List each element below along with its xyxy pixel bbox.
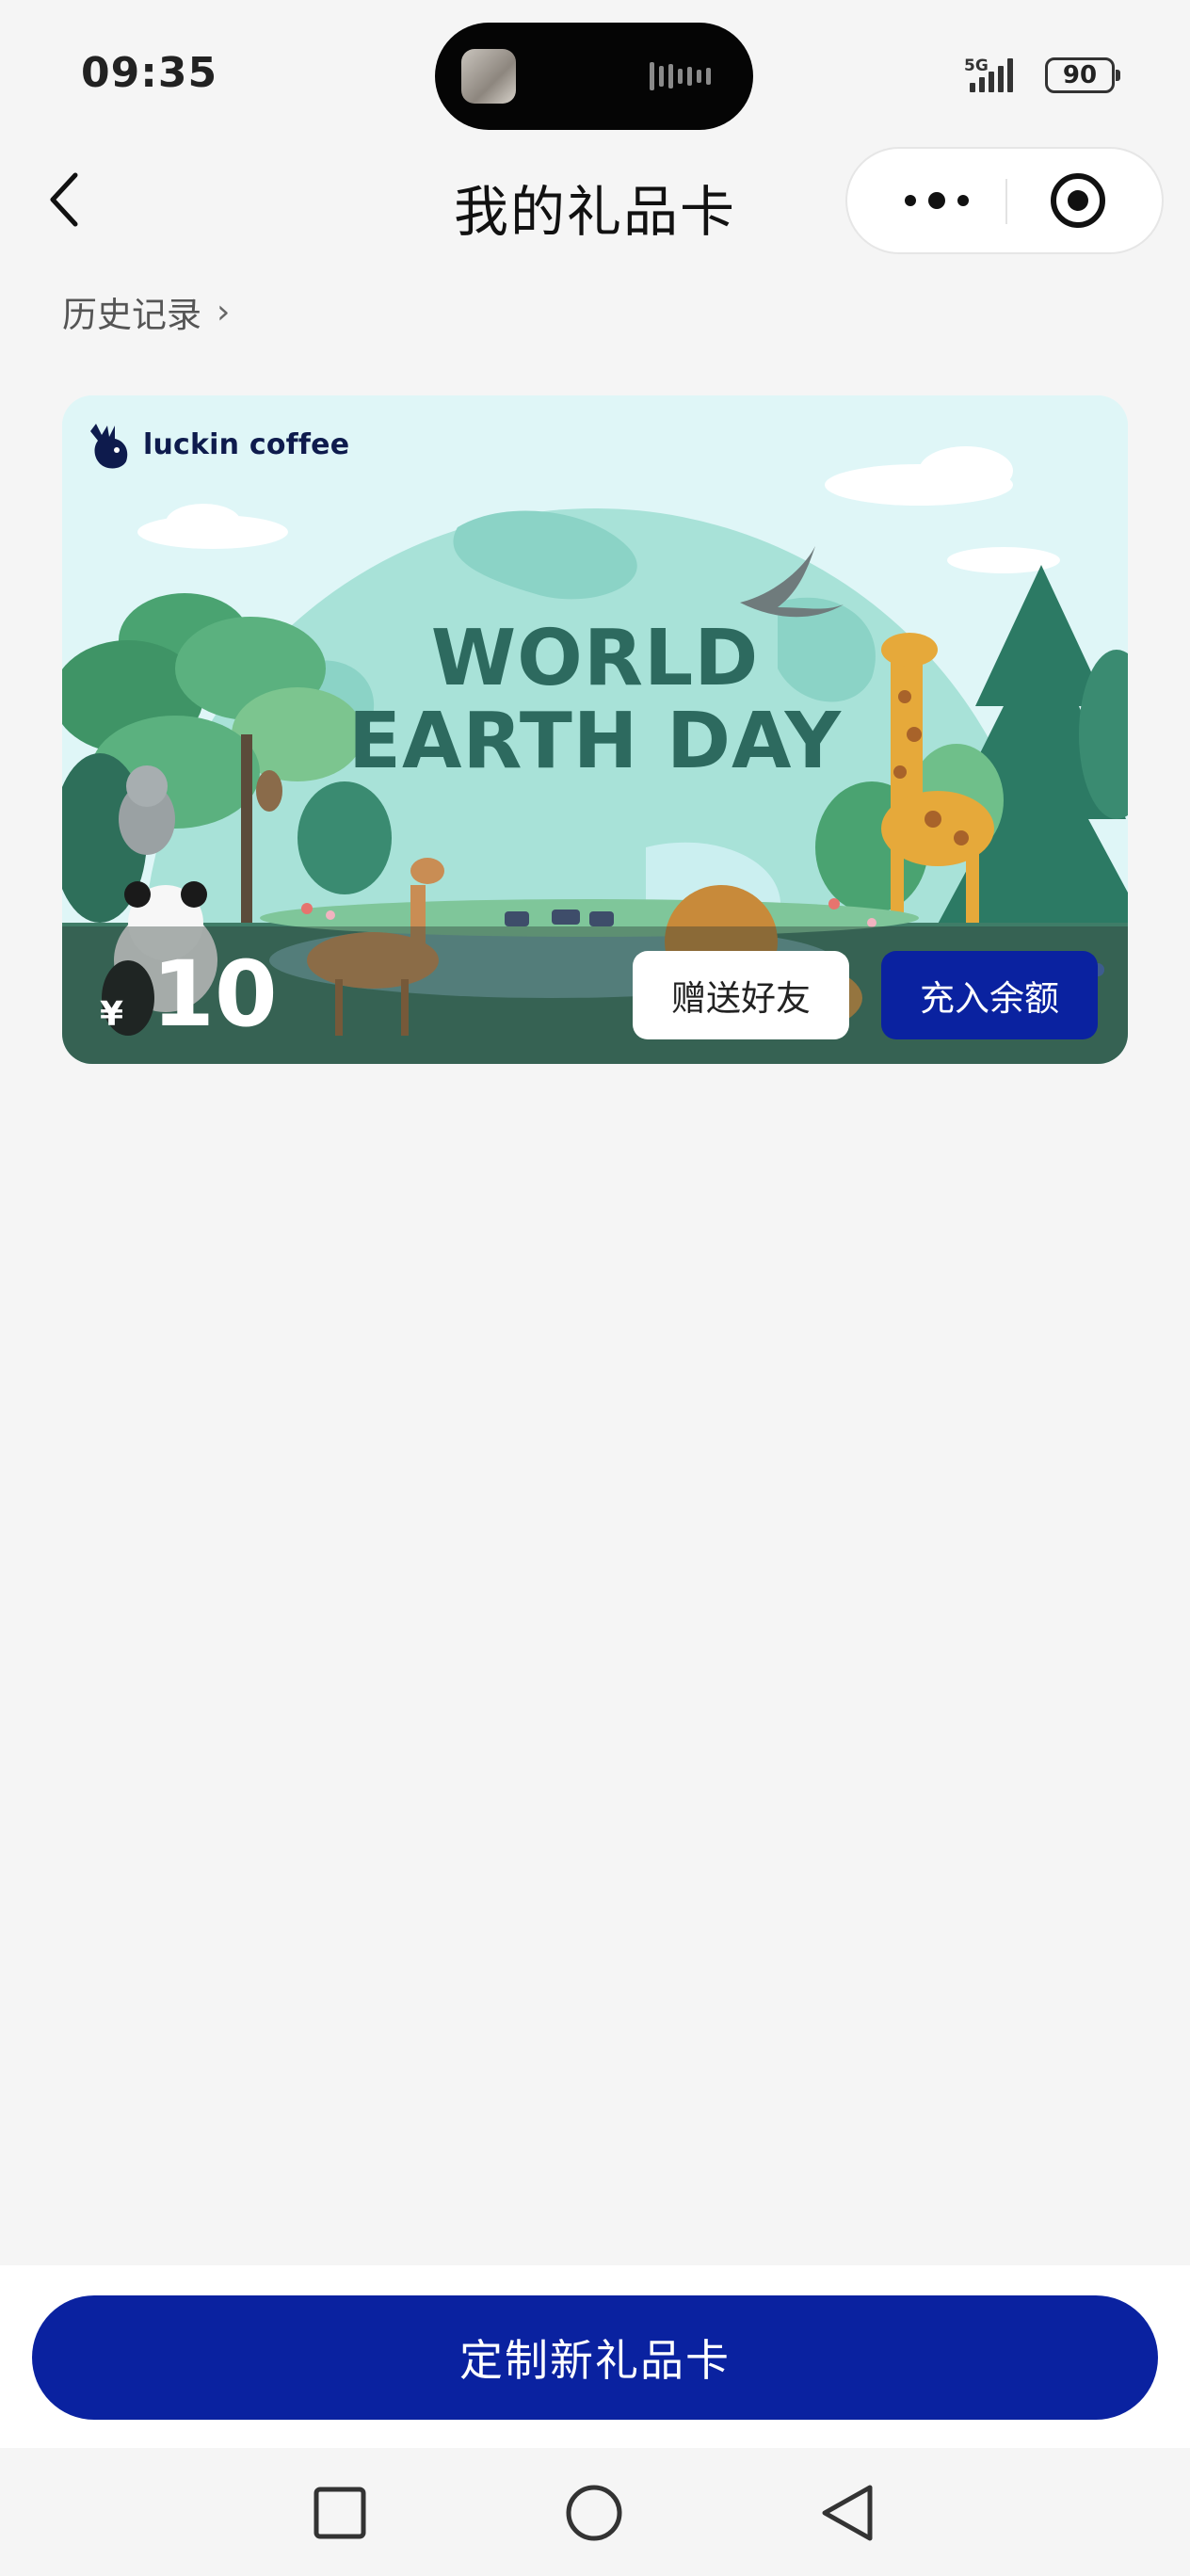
brand-logo: luckin coffee xyxy=(87,418,349,471)
card-amount: ¥ 10 xyxy=(100,949,278,1039)
target-circle-icon[interactable] xyxy=(1047,169,1109,232)
chevron-right-icon: › xyxy=(217,292,231,331)
more-dots-icon xyxy=(905,192,969,209)
gift-to-friend-button[interactable]: 赠送好友 xyxy=(633,951,849,1039)
system-navigation-bar xyxy=(0,2448,1190,2576)
customize-gift-card-button[interactable]: 定制新礼品卡 xyxy=(32,2295,1158,2420)
square-icon[interactable] xyxy=(307,2480,373,2546)
miniprogram-capsule xyxy=(845,147,1164,254)
triangle-back-icon[interactable] xyxy=(815,2480,881,2546)
capsule-divider xyxy=(1005,179,1007,224)
brand-name: luckin coffee xyxy=(143,427,350,461)
signal-icon: 5G xyxy=(964,55,1030,96)
more-button[interactable] xyxy=(885,168,989,233)
headline-line-1: WORLD xyxy=(430,614,760,703)
luckin-deer-icon xyxy=(90,424,128,469)
recharge-balance-button[interactable]: 充入余额 xyxy=(881,951,1098,1039)
card-headline: WORLD EARTH DAY xyxy=(62,618,1128,783)
circle-icon[interactable] xyxy=(561,2480,627,2546)
currency-symbol: ¥ xyxy=(100,995,124,1034)
headline-line-2: EARTH DAY xyxy=(347,697,843,786)
dynamic-island[interactable] xyxy=(435,23,753,130)
audio-wave-icon xyxy=(650,62,711,90)
history-label: 历史记录 xyxy=(62,295,201,335)
history-link[interactable]: 历史记录 › xyxy=(62,286,230,337)
status-time: 09:35 xyxy=(81,49,218,97)
amount-value: 10 xyxy=(152,942,278,1047)
battery-level: 90 xyxy=(1062,61,1098,89)
status-indicators: 5G 90 xyxy=(964,53,1120,98)
status-bar: 09:35 5G 90 xyxy=(0,0,1190,141)
gift-card[interactable]: luckin coffee WORLD EARTH DAY ¥ 10 赠送好友 … xyxy=(62,395,1128,1064)
bottom-action-panel: 定制新礼品卡 xyxy=(0,2265,1190,2448)
battery-icon: 90 xyxy=(1045,57,1120,93)
media-thumbnail xyxy=(461,49,516,104)
